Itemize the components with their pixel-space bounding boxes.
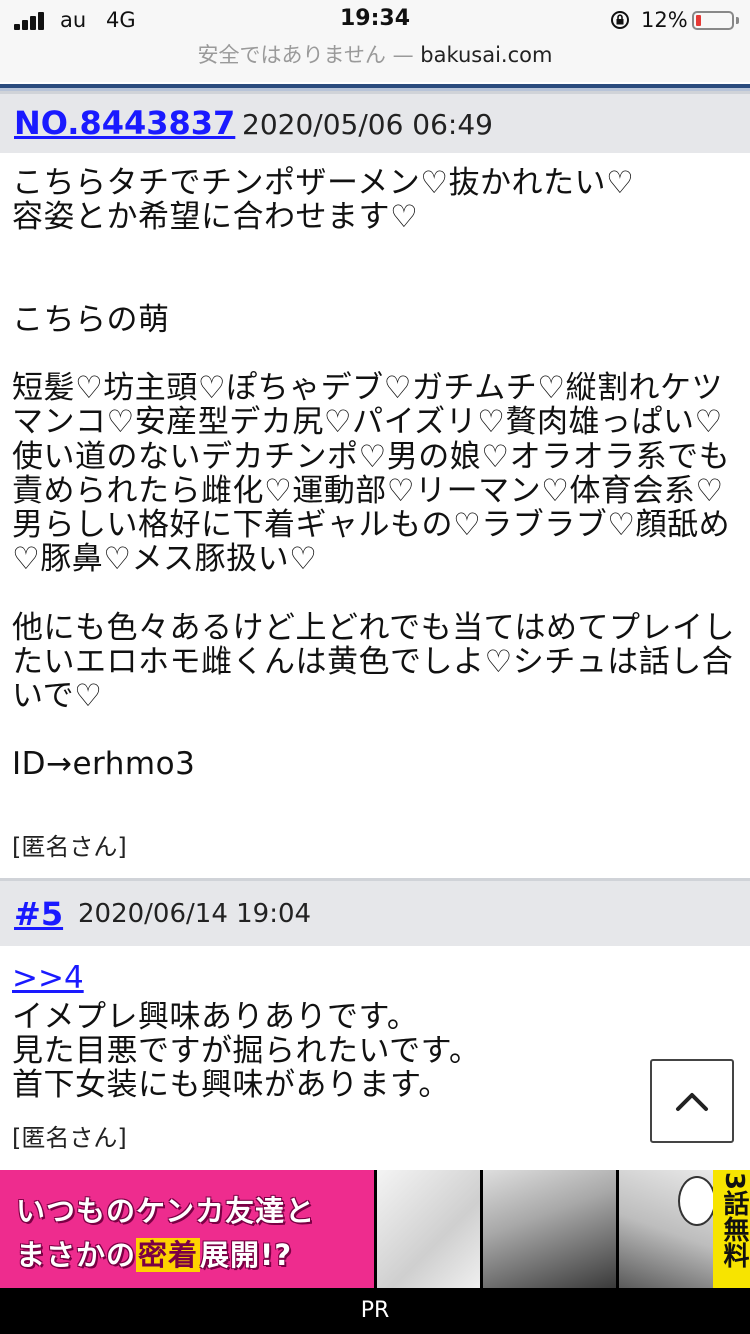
post-body: イメプレ興味ありありです。 見た目悪ですが掘られたいです。 首下女装にも興味があ… bbox=[12, 999, 481, 1104]
url-bar[interactable]: 安全ではありません — bakusai.com bbox=[0, 40, 750, 82]
battery-percent: 12% bbox=[641, 8, 688, 32]
chevron-up-icon bbox=[676, 1093, 708, 1111]
rotation-lock-icon bbox=[611, 11, 629, 29]
ad-comic-panel bbox=[374, 1170, 480, 1288]
scroll-to-top-button[interactable] bbox=[650, 1059, 734, 1143]
reply-anchor-link[interactable]: >>4 bbox=[12, 960, 84, 996]
post-number-link[interactable]: NO.8443837 bbox=[14, 104, 235, 142]
ad-headline: まさかの密着展開!? bbox=[16, 1238, 293, 1272]
post-header: NO.8443837 2020/05/06 06:49 bbox=[0, 91, 750, 153]
ad-banner[interactable]: いつものケンカ友達と まさかの密着展開!? bbox=[0, 1170, 750, 1288]
post-author: [匿名さん] bbox=[12, 833, 127, 861]
post-header: #5 2020/06/14 19:04 bbox=[0, 878, 750, 946]
post-body: こちらタチでチンポザーメン♡抜かれたい♡ 容姿とか希望に合わせます♡ こちらの萌… bbox=[12, 165, 735, 783]
post-author: [匿名さん] bbox=[12, 1124, 127, 1152]
post-number-link[interactable]: #5 bbox=[14, 895, 63, 933]
post-date: 2020/05/06 06:49 bbox=[242, 108, 493, 141]
speech-bubble bbox=[678, 1176, 716, 1226]
status-time: 19:34 bbox=[339, 6, 411, 31]
ad-badge-label: 3話無料 bbox=[719, 1172, 749, 1269]
battery-icon bbox=[692, 11, 734, 30]
pr-label: PR bbox=[0, 1288, 750, 1334]
url-domain: bakusai.com bbox=[420, 43, 553, 67]
ad-comic-panel bbox=[480, 1170, 616, 1288]
insecure-warning: 安全ではありません — bbox=[197, 43, 414, 67]
status-bar: au 4G 19:34 12% bbox=[0, 0, 750, 40]
ad-headline: いつものケンカ友達と bbox=[16, 1194, 316, 1228]
post-date: 2020/06/14 19:04 bbox=[78, 899, 312, 929]
